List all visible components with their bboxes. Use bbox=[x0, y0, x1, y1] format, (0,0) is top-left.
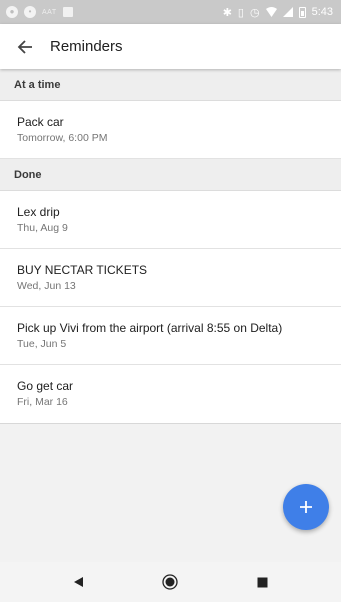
reminder-title: Go get car bbox=[17, 379, 74, 393]
status-system-icons: ✱ ▯ ◷ 5:43 bbox=[223, 6, 333, 19]
reminder-date: Fri, Mar 16 bbox=[17, 396, 68, 408]
vibrate-icon: ▯ bbox=[237, 6, 244, 19]
reminder-title: BUY NECTAR TICKETS bbox=[17, 263, 148, 277]
status-notifications: ● • AAT bbox=[6, 6, 73, 18]
messenger-icon: ● bbox=[6, 6, 18, 18]
toolbar: Reminders bbox=[0, 24, 341, 69]
back-button[interactable] bbox=[14, 36, 36, 58]
wifi-icon bbox=[265, 7, 277, 17]
page-title: Reminders bbox=[50, 38, 123, 55]
battery-icon bbox=[298, 6, 306, 18]
reminder-title: Pack car bbox=[17, 115, 64, 129]
status-time: 5:43 bbox=[311, 6, 333, 18]
reminders-screen: Reminders At a time Pack car Tomorrow, 6… bbox=[0, 24, 341, 562]
reminder-title: Lex drip bbox=[17, 205, 60, 219]
circle-home-icon bbox=[162, 574, 179, 590]
navigation-bar bbox=[0, 562, 341, 602]
list-item[interactable]: Pick up Vivi from the airport (arrival 8… bbox=[0, 307, 341, 365]
reminder-title: Pick up Vivi from the airport (arrival 8… bbox=[17, 321, 283, 335]
chat-icon: • bbox=[24, 6, 36, 18]
section-header-at-a-time: At a time bbox=[0, 69, 341, 101]
arrow-back-icon bbox=[17, 39, 32, 54]
reminder-date: Tomorrow, 6:00 PM bbox=[17, 132, 108, 144]
nav-home-button[interactable] bbox=[150, 567, 190, 597]
list-item[interactable]: Go get car Fri, Mar 16 bbox=[0, 365, 341, 423]
bluetooth-icon: ✱ bbox=[222, 6, 232, 19]
reminder-list: At a time Pack car Tomorrow, 6:00 PM Don… bbox=[0, 69, 341, 424]
add-reminder-button[interactable] bbox=[283, 484, 329, 530]
reminder-date: Thu, Aug 9 bbox=[17, 222, 68, 234]
section-header-done: Done bbox=[0, 159, 341, 191]
reminder-date: Wed, Jun 13 bbox=[17, 280, 76, 292]
alarm-icon: ◷ bbox=[249, 6, 260, 19]
status-bar: ● • AAT ✱ ▯ ◷ 5:43 bbox=[0, 0, 341, 24]
list-item[interactable]: Lex drip Thu, Aug 9 bbox=[0, 191, 341, 249]
image-icon bbox=[62, 7, 73, 17]
triangle-back-icon bbox=[74, 577, 84, 587]
square-recents-icon bbox=[257, 577, 268, 587]
nav-recents-button[interactable] bbox=[243, 567, 283, 597]
signal-icon bbox=[282, 7, 293, 17]
plus-icon bbox=[300, 501, 312, 513]
notification-text: AAT bbox=[42, 8, 57, 16]
list-item[interactable]: BUY NECTAR TICKETS Wed, Jun 13 bbox=[0, 249, 341, 307]
reminder-date: Tue, Jun 5 bbox=[17, 338, 67, 350]
nav-back-button[interactable] bbox=[58, 567, 98, 597]
list-item[interactable]: Pack car Tomorrow, 6:00 PM bbox=[0, 101, 341, 159]
